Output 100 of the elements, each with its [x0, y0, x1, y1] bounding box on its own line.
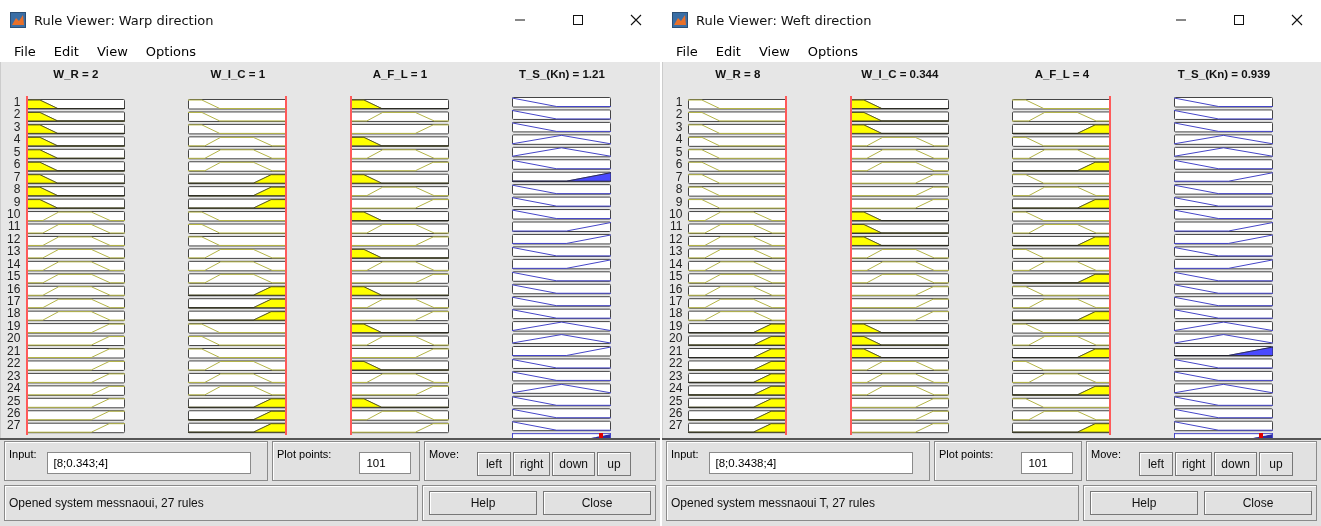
- menu-item[interactable]: File: [676, 43, 698, 59]
- rule-number: 18: [669, 307, 683, 320]
- maximize-icon[interactable]: [1233, 14, 1245, 26]
- rule-number: 19: [7, 319, 21, 333]
- move-button[interactable]: left: [476, 452, 511, 476]
- rule-number: 1: [675, 96, 683, 109]
- rule-number: 12: [7, 232, 21, 246]
- variable-heading: W_I_C = 1: [210, 68, 266, 82]
- input-label: Input:: [671, 448, 699, 460]
- rule-number: 5: [675, 145, 683, 159]
- close-icon[interactable]: [1291, 14, 1303, 26]
- plot-points-label: Plot points:: [939, 448, 994, 460]
- rule-number: 4: [13, 133, 21, 146]
- rule-number: 27: [669, 419, 683, 432]
- input-marker-line[interactable]: [850, 96, 853, 435]
- menu-item[interactable]: View: [758, 43, 790, 59]
- dialog-button[interactable]: Close: [543, 491, 651, 515]
- menu-item[interactable]: Edit: [53, 43, 79, 59]
- dialog-button[interactable]: Help: [1090, 491, 1198, 515]
- rule-number: 25: [669, 394, 683, 407]
- rule-number: 24: [669, 382, 683, 395]
- rule-number: 5: [13, 145, 21, 159]
- move-label: Move:: [429, 448, 459, 460]
- rule-number: 1: [13, 96, 21, 109]
- rule-number: 19: [669, 319, 683, 333]
- dialog-button[interactable]: Close: [1204, 491, 1312, 515]
- menu-item[interactable]: Edit: [715, 43, 741, 59]
- rule-number: 27: [7, 419, 21, 432]
- rule-number: 22: [7, 357, 21, 370]
- rule-number: 11: [669, 220, 683, 233]
- move-button[interactable]: up: [597, 452, 631, 476]
- rule-number: 11: [7, 220, 21, 233]
- rule-number: 10: [669, 207, 683, 221]
- move-button[interactable]: left: [1138, 452, 1173, 476]
- rule-number: 23: [669, 369, 683, 383]
- rule-number: 16: [669, 282, 683, 295]
- input-marker-line[interactable]: [1109, 96, 1112, 435]
- close-icon[interactable]: [630, 14, 642, 26]
- rule-number: 6: [13, 158, 21, 171]
- window-title-prefix: Rule Viewer:: [696, 12, 777, 28]
- move-label: Move:: [1091, 448, 1121, 460]
- input-marker-line[interactable]: [26, 96, 29, 435]
- app-icon: [10, 12, 26, 28]
- move-button[interactable]: down: [552, 452, 595, 476]
- rule-number: 26: [669, 406, 683, 420]
- rule-number: 6: [675, 158, 683, 171]
- variable-heading: T_S_(Kn) = 0.939: [1177, 68, 1271, 82]
- move-button[interactable]: up: [1259, 452, 1293, 476]
- window-title: Warp direction: [118, 12, 214, 28]
- input-field[interactable]: [8;0.343;4]: [46, 452, 251, 474]
- rule-number: 20: [7, 332, 21, 345]
- menu-item[interactable]: View: [96, 43, 128, 59]
- input-label: Input:: [9, 448, 37, 460]
- rule-number: 8: [675, 183, 683, 196]
- app-icon: [672, 12, 688, 28]
- move-button[interactable]: right: [512, 452, 551, 476]
- input-marker-line[interactable]: [350, 96, 353, 435]
- rule-number: 14: [7, 257, 21, 271]
- rule-number: 22: [669, 357, 683, 370]
- input-marker-line[interactable]: [285, 96, 288, 435]
- rule-number: 12: [669, 232, 683, 246]
- maximize-icon[interactable]: [572, 14, 584, 26]
- rule-number: 2: [13, 108, 21, 121]
- rule-number: 18: [7, 307, 21, 320]
- variable-heading: A_F_L = 1: [372, 68, 428, 82]
- rule-number: 8: [13, 183, 21, 196]
- menu-item[interactable]: File: [14, 43, 36, 59]
- rule-number: 21: [669, 344, 683, 358]
- rule-number: 25: [7, 394, 21, 407]
- menu-item[interactable]: Options: [145, 43, 196, 59]
- variable-heading: A_F_L = 4: [1034, 68, 1090, 82]
- window-title: Weft direction: [780, 12, 872, 28]
- rule-number: 10: [7, 207, 21, 221]
- input-marker-line[interactable]: [785, 96, 788, 435]
- status-message: Opened system messnaoui, 27 rules: [9, 496, 204, 510]
- rule-number: 21: [7, 344, 21, 358]
- rule-number: 13: [669, 245, 683, 258]
- input-field[interactable]: [8;0.3438;4]: [708, 452, 913, 474]
- dialog-button[interactable]: Help: [429, 491, 537, 515]
- variable-heading: W_R = 2: [53, 68, 99, 82]
- plot-points-field[interactable]: 101: [359, 452, 412, 474]
- rule-number: 17: [669, 295, 683, 308]
- rule-number: 26: [7, 406, 21, 420]
- menu-item[interactable]: Options: [807, 43, 858, 59]
- rule-number: 9: [13, 195, 21, 208]
- plot-points-label: Plot points:: [277, 448, 332, 460]
- status-message: Opened system messnaoui T, 27 rules: [671, 496, 875, 510]
- rule-number: 14: [669, 257, 683, 271]
- rule-number: 7: [13, 170, 21, 184]
- move-button[interactable]: right: [1174, 452, 1213, 476]
- rule-number: 3: [13, 120, 21, 134]
- rule-number: 4: [675, 133, 683, 146]
- move-button[interactable]: down: [1214, 452, 1257, 476]
- rule-number: 2: [675, 108, 683, 121]
- rule-number: 20: [669, 332, 683, 345]
- rule-number: 7: [675, 170, 683, 184]
- rule-number: 23: [7, 369, 21, 383]
- plot-points-field[interactable]: 101: [1021, 452, 1074, 474]
- window-title-prefix: Rule Viewer:: [34, 12, 115, 28]
- variable-heading: T_S_(Kn) = 1.21: [518, 68, 605, 82]
